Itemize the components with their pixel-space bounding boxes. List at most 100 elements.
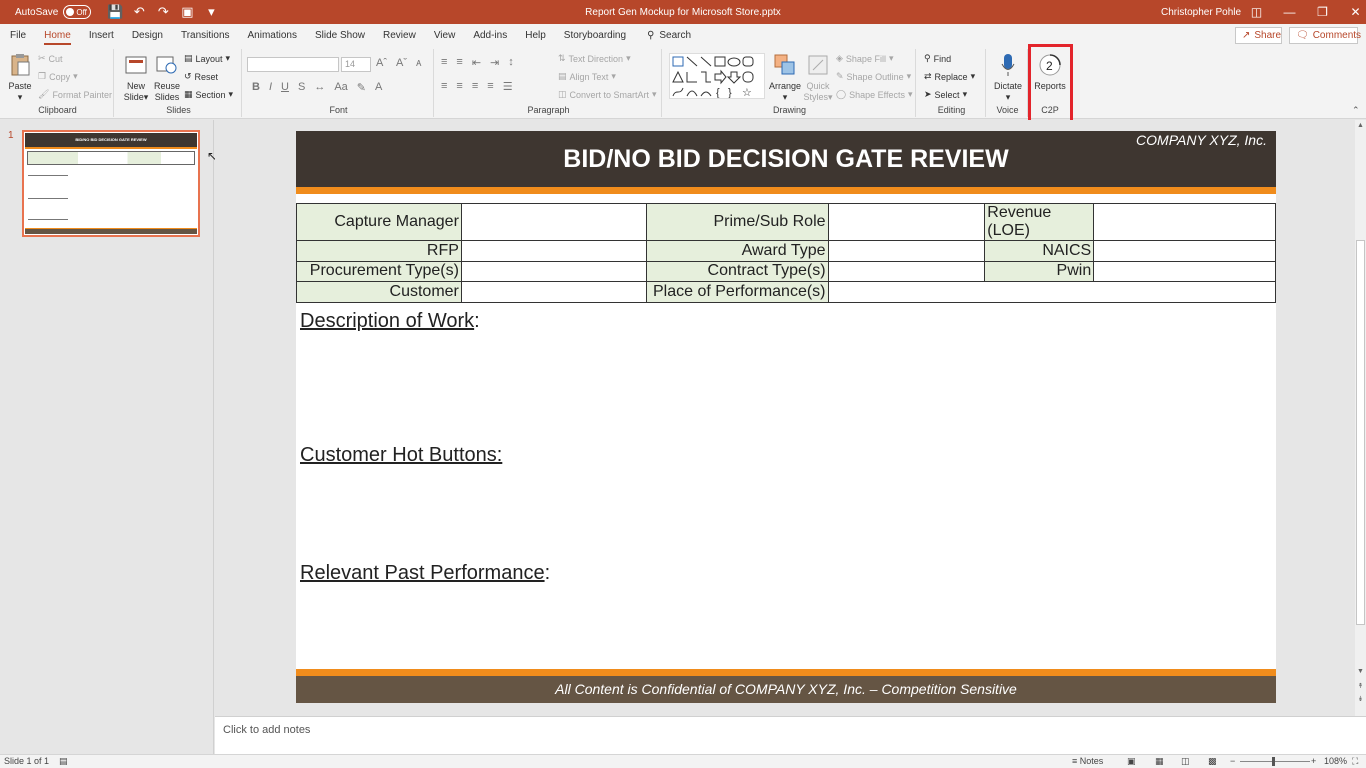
convert-smartart-button[interactable]: ◫ Convert to SmartArt ▾	[558, 89, 657, 100]
notes-pane[interactable]: Click to add notes	[215, 716, 1366, 754]
italic-icon[interactable]: I	[269, 81, 272, 94]
shape-effects-button[interactable]: ◯ Shape Effects ▾	[836, 89, 912, 100]
save-icon[interactable]: 💾	[107, 4, 123, 20]
font-color-icon[interactable]: A	[375, 81, 382, 94]
restore-icon[interactable]: ❐	[1306, 5, 1339, 19]
grid-value-cell[interactable]	[827, 281, 1277, 303]
select-button[interactable]: ➤ Select ▾	[924, 89, 967, 100]
layout-button[interactable]: ▤ Layout ▾	[184, 53, 230, 64]
autosave-toggle[interactable]: Off	[63, 5, 92, 19]
vertical-scrollbar[interactable]: ▲ ▼ ↟ ↡	[1355, 120, 1366, 716]
tab-file[interactable]: File	[1, 24, 35, 47]
clear-formatting-icon[interactable]: ᴀ	[416, 57, 421, 69]
zoom-level[interactable]: 108%	[1324, 756, 1347, 766]
collapse-ribbon-icon[interactable]: ⌃	[1352, 105, 1360, 116]
accessibility-icon[interactable]: ▤	[59, 756, 68, 767]
replace-button[interactable]: ⇄ Replace ▾	[924, 71, 975, 82]
tab-storyboarding[interactable]: Storyboarding	[555, 24, 635, 47]
comments-button[interactable]: 🗨 Comments	[1289, 27, 1361, 44]
format-painter-button[interactable]: 🖌 Format Painter	[38, 89, 112, 100]
character-spacing-icon[interactable]: ↔	[314, 81, 325, 94]
tab-animations[interactable]: Animations	[239, 24, 306, 47]
dictate-button[interactable]: Dictate ▾	[990, 52, 1026, 103]
grid-value-cell[interactable]	[1093, 203, 1276, 241]
grid-value-cell[interactable]	[460, 260, 647, 282]
copy-button[interactable]: ❐ Copy ▾	[38, 71, 78, 82]
present-icon[interactable]: ▣	[179, 4, 195, 20]
grid-value-cell[interactable]	[1093, 240, 1276, 262]
numbering-icon[interactable]: ≡	[456, 56, 462, 69]
notes-toggle[interactable]: ≡ Notes	[1072, 756, 1103, 766]
section-button[interactable]: ▦ Section ▾	[184, 89, 233, 100]
zoom-in-icon[interactable]: +	[1311, 756, 1316, 766]
columns-icon[interactable]: ☰	[503, 80, 513, 93]
scroll-up-icon[interactable]: ▲	[1356, 122, 1365, 129]
next-slide-icon[interactable]: ↡	[1356, 695, 1365, 703]
slide-title[interactable]: BID/NO BID DECISION GATE REVIEW	[296, 145, 1276, 174]
underline-icon[interactable]: U	[281, 81, 289, 94]
increase-indent-icon[interactable]: ⇥	[490, 56, 499, 69]
strikethrough-icon[interactable]: S	[298, 81, 305, 94]
text-direction-button[interactable]: ⇅ Text Direction ▾	[558, 53, 631, 64]
font-size-combo[interactable]: 14	[341, 57, 371, 72]
bold-icon[interactable]: B	[252, 81, 260, 94]
grid-value-cell[interactable]	[827, 203, 986, 241]
zoom-out-icon[interactable]: −	[1230, 756, 1235, 766]
search-box[interactable]: ⚲ Search	[647, 30, 691, 41]
reset-button[interactable]: ↺ Reset	[184, 71, 218, 82]
reuse-slides-button[interactable]: Reuse Slides	[152, 52, 182, 103]
slide-footer[interactable]: All Content is Confidential of COMPANY X…	[296, 676, 1276, 703]
new-slide-button[interactable]: New Slide▾	[120, 52, 152, 103]
increase-font-icon[interactable]: Aˆ	[376, 57, 387, 69]
tab-add-ins[interactable]: Add-ins	[464, 24, 516, 47]
align-center-icon[interactable]: ≡	[456, 80, 462, 93]
align-right-icon[interactable]: ≡	[472, 80, 478, 93]
grid-value-cell[interactable]	[460, 203, 647, 241]
normal-view-icon[interactable]: ▣	[1127, 756, 1136, 767]
fit-to-window-icon[interactable]: ⛶	[1352, 756, 1358, 767]
align-left-icon[interactable]: ≡	[441, 80, 447, 93]
shape-outline-button[interactable]: ✎ Shape Outline ▾	[836, 71, 911, 82]
tab-slide-show[interactable]: Slide Show	[306, 24, 374, 47]
arrange-button[interactable]: Arrange ▾	[768, 52, 802, 103]
slide-thumbnail[interactable]: BID/NO BID DECISION GATE REVIEW	[22, 130, 200, 237]
customize-qat-icon[interactable]: ▾	[203, 4, 219, 20]
shape-fill-button[interactable]: ◈ Shape Fill ▾	[836, 53, 893, 64]
description-of-work-heading[interactable]: Description of Work:	[300, 310, 480, 333]
grid-value-cell[interactable]	[460, 281, 647, 303]
customer-hot-buttons-heading[interactable]: Customer Hot Buttons:	[300, 444, 502, 467]
zoom-slider-track[interactable]	[1240, 761, 1310, 762]
tab-help[interactable]: Help	[516, 24, 555, 47]
user-name[interactable]: Christopher Pohle	[1161, 7, 1241, 18]
font-name-combo[interactable]	[247, 57, 339, 72]
reading-view-icon[interactable]: ◫	[1181, 756, 1190, 767]
line-spacing-icon[interactable]: ↕	[508, 56, 514, 69]
tab-review[interactable]: Review	[374, 24, 425, 47]
tab-insert[interactable]: Insert	[80, 24, 123, 47]
tab-view[interactable]: View	[425, 24, 465, 47]
autosave-control[interactable]: AutoSave Off	[15, 5, 92, 19]
info-grid[interactable]: Capture Manager Prime/Sub Role Revenue (…	[296, 203, 1277, 303]
share-button[interactable]: ↗ Share	[1235, 27, 1282, 44]
close-icon[interactable]: ✕	[1339, 5, 1366, 19]
paste-button[interactable]: Paste ▾	[5, 52, 35, 103]
grid-value-cell[interactable]	[460, 240, 647, 262]
redo-icon[interactable]: ↷	[155, 4, 171, 20]
scroll-down-icon[interactable]: ▼	[1356, 668, 1365, 675]
change-case-icon[interactable]: Aa	[334, 81, 347, 94]
align-text-button[interactable]: ▤ Align Text ▾	[558, 71, 616, 82]
quick-styles-button[interactable]: Quick Styles▾	[802, 52, 834, 103]
grid-value-cell[interactable]	[1093, 260, 1276, 282]
tab-home[interactable]: Home	[35, 24, 80, 47]
scrollbar-thumb[interactable]	[1356, 240, 1365, 625]
grid-value-cell[interactable]	[827, 260, 986, 282]
cut-button[interactable]: ✂ Cut	[38, 53, 63, 64]
undo-icon[interactable]: ↶	[131, 4, 147, 20]
decrease-indent-icon[interactable]: ⇤	[472, 56, 481, 69]
shapes-gallery[interactable]: {} ☆	[669, 53, 765, 99]
slide-sorter-icon[interactable]: ▦	[1155, 756, 1164, 767]
slideshow-view-icon[interactable]: ▩	[1208, 756, 1217, 767]
justify-icon[interactable]: ≡	[487, 80, 493, 93]
bullets-icon[interactable]: ≡	[441, 56, 447, 69]
zoom-slider-knob[interactable]	[1272, 757, 1275, 766]
